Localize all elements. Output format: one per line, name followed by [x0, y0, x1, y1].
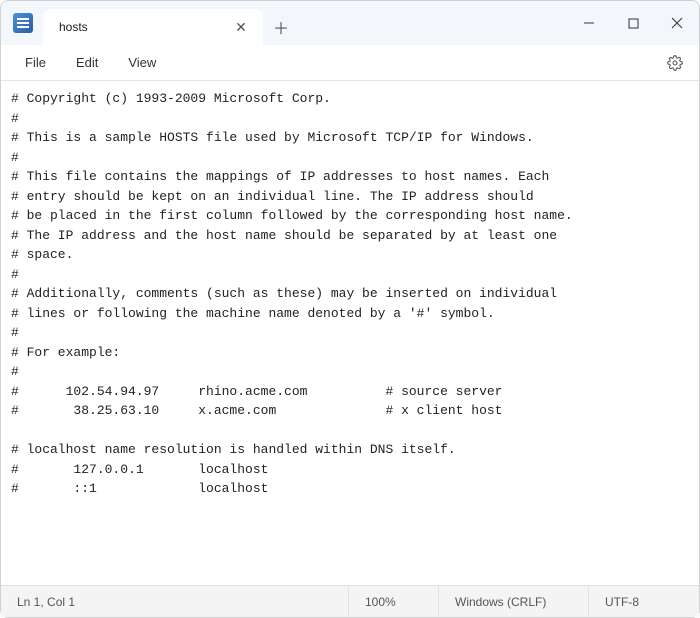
settings-button[interactable] — [661, 49, 689, 77]
close-icon[interactable]: ✕ — [231, 17, 251, 37]
close-button[interactable] — [655, 7, 699, 39]
status-line-ending[interactable]: Windows (CRLF) — [439, 586, 589, 617]
menu-view[interactable]: View — [114, 49, 170, 76]
titlebar-drag-area[interactable] — [299, 1, 567, 45]
app-icon — [13, 13, 33, 33]
close-window-icon — [671, 17, 683, 29]
menu-file[interactable]: File — [11, 49, 60, 76]
titlebar: hosts ✕ ＋ — [1, 1, 699, 45]
minimize-icon — [583, 17, 595, 29]
minimize-button[interactable] — [567, 7, 611, 39]
menu-edit[interactable]: Edit — [62, 49, 112, 76]
status-cursor-position[interactable]: Ln 1, Col 1 — [1, 586, 349, 617]
text-editor[interactable] — [1, 81, 699, 585]
window-controls — [567, 1, 699, 45]
statusbar: Ln 1, Col 1 100% Windows (CRLF) UTF-8 — [1, 585, 699, 617]
tab-hosts[interactable]: hosts ✕ — [43, 9, 263, 45]
status-encoding[interactable]: UTF-8 — [589, 586, 699, 617]
menubar: File Edit View — [1, 45, 699, 81]
status-zoom[interactable]: 100% — [349, 586, 439, 617]
maximize-icon — [628, 18, 639, 29]
gear-icon — [667, 55, 683, 71]
tab-title: hosts — [59, 20, 223, 34]
new-tab-button[interactable]: ＋ — [263, 9, 299, 45]
maximize-button[interactable] — [611, 7, 655, 39]
